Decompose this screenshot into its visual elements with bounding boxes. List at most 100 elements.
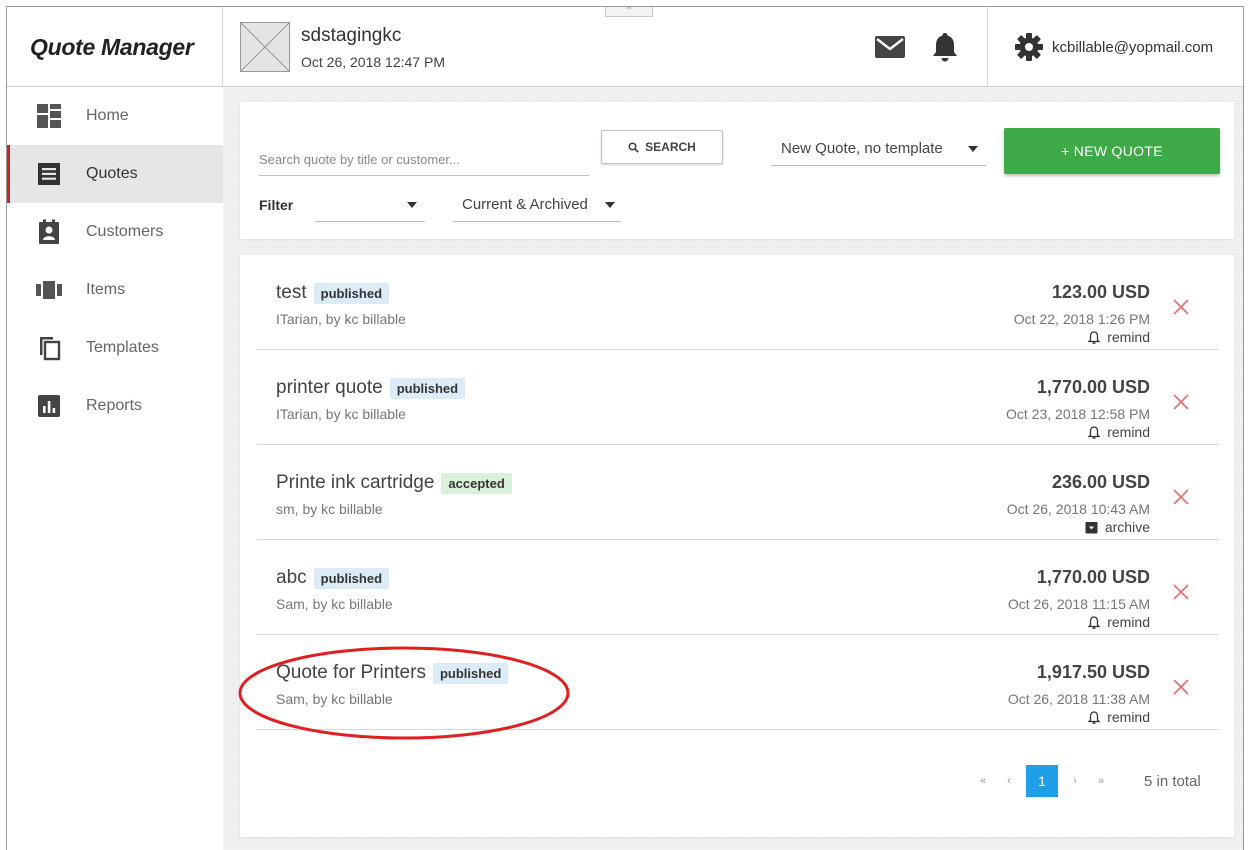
- first-page-button[interactable]: «: [970, 775, 996, 787]
- templates-icon: [36, 335, 62, 361]
- quote-action-label: remind: [1107, 614, 1150, 630]
- remind-button[interactable]: remind: [1088, 614, 1150, 630]
- new-quote-button[interactable]: + NEW QUOTE: [1004, 128, 1220, 174]
- chevron-down-icon: [407, 202, 417, 208]
- quote-customer: ITarian, by kc billable: [276, 406, 406, 422]
- sidebar-item-label: Quotes: [86, 165, 138, 182]
- archive-button[interactable]: archive: [1085, 519, 1150, 535]
- quote-amount: 236.00 USD: [1051, 472, 1150, 492]
- sidebar-item-customers[interactable]: Customers: [7, 203, 223, 261]
- remind-button[interactable]: remind: [1088, 329, 1150, 345]
- brand-cell: Quote Manager: [7, 7, 223, 87]
- home-icon: [36, 103, 62, 129]
- chevron-down-icon: [968, 146, 978, 152]
- quote-action-label: remind: [1107, 329, 1150, 345]
- app-window: Quote Manager sdstagingkc Oct 26, 2018 1…: [6, 6, 1244, 850]
- top-header: Quote Manager sdstagingkc Oct 26, 2018 1…: [7, 7, 1243, 87]
- sidebar-item-label: Templates: [86, 339, 159, 356]
- sidebar-item-label: Home: [86, 107, 129, 124]
- user-menu[interactable]: kcbillable@yopmail.com: [987, 7, 1243, 87]
- quote-title[interactable]: printer quote: [276, 377, 383, 399]
- archive-icon: [1085, 521, 1098, 533]
- reports-icon: [36, 393, 62, 419]
- quote-date: Oct 22, 2018 1:26 PM: [1013, 311, 1150, 327]
- quote-customer: Sam, by kc billable: [276, 596, 393, 612]
- remind-button[interactable]: remind: [1088, 424, 1150, 440]
- template-select-value: New Quote, no template: [781, 140, 943, 157]
- sidebar-item-home[interactable]: Home: [7, 87, 223, 145]
- search-button-label: SEARCH: [645, 140, 696, 154]
- bell-outline-icon: [1088, 330, 1101, 344]
- user-email: kcbillable@yopmail.com: [1052, 38, 1214, 56]
- quote-title[interactable]: abc: [276, 567, 307, 589]
- sidebar-item-templates[interactable]: Templates: [7, 319, 223, 377]
- next-page-button[interactable]: ›: [1062, 775, 1088, 787]
- search-icon: [628, 141, 639, 153]
- quote-action-label: remind: [1107, 709, 1150, 725]
- items-icon: [36, 277, 62, 303]
- filter-select[interactable]: [315, 188, 425, 222]
- quote-date: Oct 26, 2018 10:43 AM: [1006, 501, 1150, 517]
- archive-filter-value: Current & Archived: [462, 196, 588, 213]
- total-count: 5 in total: [1144, 772, 1201, 790]
- quote-row[interactable]: printer quote published ITarian, by kc b…: [257, 350, 1219, 445]
- mail-icon[interactable]: [874, 35, 906, 59]
- quote-title[interactable]: test: [276, 282, 307, 304]
- search-input[interactable]: [259, 144, 589, 176]
- bell-icon[interactable]: [931, 31, 959, 63]
- search-button[interactable]: SEARCH: [601, 130, 723, 164]
- quote-title[interactable]: Printe ink cartridge: [276, 472, 434, 494]
- quote-date: Oct 23, 2018 12:58 PM: [1006, 406, 1150, 422]
- status-badge: published: [313, 567, 390, 589]
- app-brand[interactable]: Quote Manager: [30, 34, 194, 61]
- archive-filter-select[interactable]: Current & Archived: [453, 188, 621, 222]
- quote-customer: ITarian, by kc billable: [276, 311, 406, 327]
- collapse-header-toggle[interactable]: ^: [605, 6, 653, 17]
- quote-action-label: archive: [1104, 519, 1150, 535]
- chevron-down-icon: [605, 202, 615, 208]
- sidebar-item-reports[interactable]: Reports: [7, 377, 223, 435]
- main-content: SEARCH New Quote, no template + NEW QUOT…: [223, 87, 1243, 850]
- quote-row[interactable]: Printe ink cartridge accepted sm, by kc …: [257, 445, 1219, 540]
- quote-row[interactable]: abc published Sam, by kc billable 1,770.…: [257, 540, 1219, 635]
- sidebar-item-label: Customers: [86, 223, 164, 240]
- quotes-icon: [36, 161, 62, 187]
- delete-icon[interactable]: [1172, 488, 1190, 506]
- quote-amount: 123.00 USD: [1051, 282, 1150, 302]
- quote-title[interactable]: Quote for Printers: [276, 662, 426, 684]
- quote-date: Oct 26, 2018 11:15 AM: [1007, 596, 1150, 612]
- remind-button[interactable]: remind: [1088, 709, 1150, 725]
- gear-icon[interactable]: [1014, 32, 1044, 62]
- template-select[interactable]: New Quote, no template: [771, 132, 986, 166]
- quote-amount: 1,770.00 USD: [1036, 377, 1150, 397]
- status-badge: published: [313, 282, 390, 304]
- quote-amount: 1,917.50 USD: [1036, 662, 1150, 682]
- filter-label: Filter: [259, 197, 294, 213]
- delete-icon[interactable]: [1172, 393, 1190, 411]
- sidebar-item-label: Items: [86, 281, 126, 298]
- quote-row[interactable]: test published ITarian, by kc billable 1…: [257, 255, 1219, 350]
- company-date: Oct 26, 2018 12:47 PM: [301, 54, 445, 70]
- bell-outline-icon: [1088, 615, 1101, 629]
- customers-icon: [36, 219, 62, 245]
- quote-list: test published ITarian, by kc billable 1…: [240, 255, 1234, 837]
- bell-outline-icon: [1088, 425, 1101, 439]
- current-page-button[interactable]: 1: [1026, 765, 1058, 797]
- company-logo-placeholder: [240, 22, 290, 72]
- quote-action-label: remind: [1107, 424, 1150, 440]
- delete-icon[interactable]: [1172, 298, 1190, 316]
- delete-icon[interactable]: [1172, 678, 1190, 696]
- quote-toolbar: SEARCH New Quote, no template + NEW QUOT…: [240, 102, 1234, 239]
- collapse-chevron-icon: ^: [626, 6, 632, 14]
- company-name: sdstagingkc: [301, 25, 402, 46]
- status-badge: accepted: [441, 472, 512, 494]
- prev-page-button[interactable]: ‹: [996, 775, 1022, 787]
- quote-row[interactable]: Quote for Printers published Sam, by kc …: [257, 635, 1219, 730]
- quote-customer: sm, by kc billable: [276, 501, 383, 517]
- delete-icon[interactable]: [1172, 583, 1190, 601]
- last-page-button[interactable]: »: [1088, 775, 1114, 787]
- quote-customer: Sam, by kc billable: [276, 691, 393, 707]
- status-badge: published: [432, 662, 509, 684]
- sidebar-item-items[interactable]: Items: [7, 261, 223, 319]
- sidebar-item-quotes[interactable]: Quotes: [7, 145, 223, 203]
